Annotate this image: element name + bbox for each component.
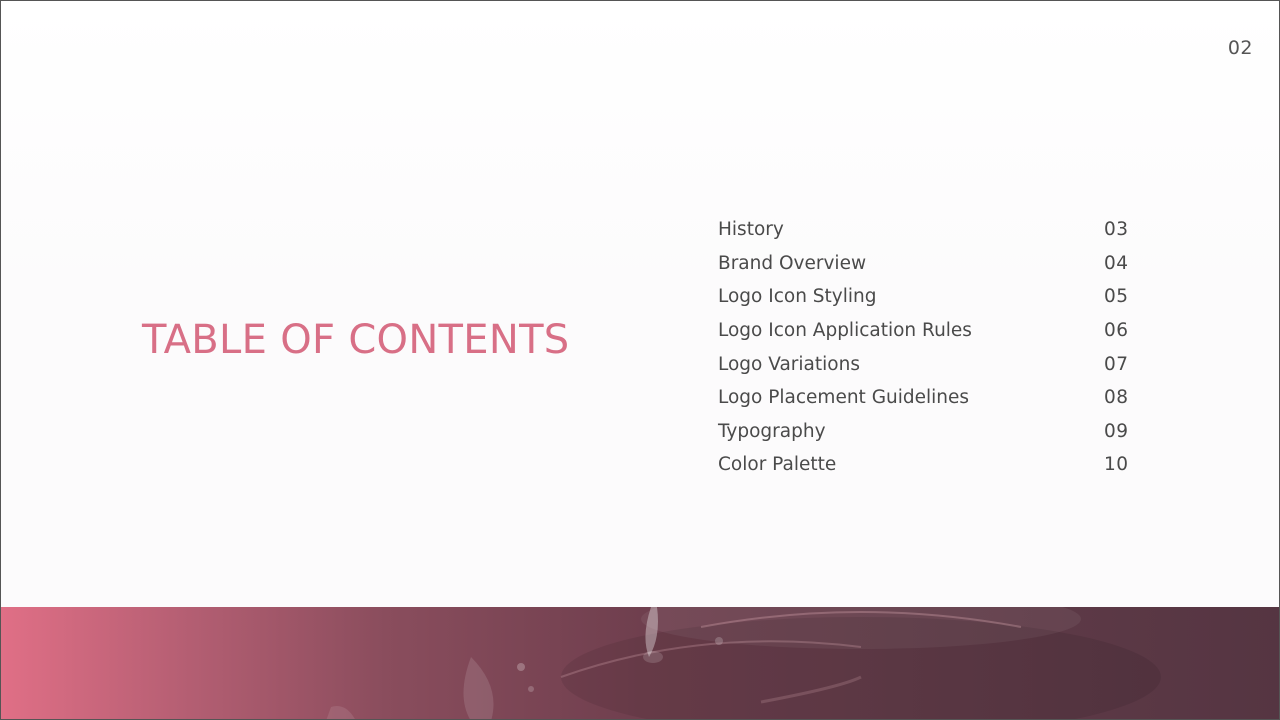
toc-item-page: 08 bbox=[1104, 387, 1129, 409]
toc-item-label: Typography bbox=[718, 420, 826, 442]
toc-item-brand-overview[interactable]: Brand Overview 04 bbox=[718, 247, 1130, 281]
toc-item-typography[interactable]: Typography 09 bbox=[718, 415, 1130, 449]
toc-item-page: 05 bbox=[1104, 286, 1129, 308]
toc-item-page: 07 bbox=[1104, 353, 1129, 375]
page-title: TABLE OF CONTENTS bbox=[142, 317, 570, 363]
toc-item-logo-icon-application-rules[interactable]: Logo Icon Application Rules 06 bbox=[718, 314, 1130, 348]
toc-item-label: Logo Icon Styling bbox=[718, 286, 877, 308]
toc-item-label: Logo Icon Application Rules bbox=[718, 320, 972, 342]
toc-item-label: Logo Placement Guidelines bbox=[718, 387, 970, 409]
toc-item-logo-variations[interactable]: Logo Variations 07 bbox=[718, 347, 1130, 381]
toc-item-page: 09 bbox=[1104, 420, 1129, 442]
toc-item-page: 03 bbox=[1104, 219, 1129, 241]
page-number: 02 bbox=[1227, 37, 1253, 59]
toc-item-logo-placement-guidelines[interactable]: Logo Placement Guidelines 08 bbox=[718, 381, 1130, 415]
toc-item-label: Logo Variations bbox=[718, 353, 860, 375]
toc-item-color-palette[interactable]: Color Palette 10 bbox=[718, 448, 1130, 482]
footer-image-band bbox=[1, 607, 1279, 719]
toc-item-label: History bbox=[718, 219, 784, 241]
toc-item-page: 06 bbox=[1104, 320, 1129, 342]
toc-list: History 03 Brand Overview 04 Logo Icon S… bbox=[718, 213, 1130, 482]
toc-item-history[interactable]: History 03 bbox=[718, 213, 1130, 247]
candle-image bbox=[326, 607, 1161, 719]
toc-item-label: Brand Overview bbox=[718, 252, 867, 274]
toc-item-page: 04 bbox=[1104, 252, 1129, 274]
toc-item-label: Color Palette bbox=[718, 454, 837, 476]
toc-item-logo-icon-styling[interactable]: Logo Icon Styling 05 bbox=[718, 280, 1130, 314]
toc-item-page: 10 bbox=[1104, 454, 1129, 476]
slide: 02 TABLE OF CONTENTS History 03 Brand Ov… bbox=[0, 0, 1280, 720]
